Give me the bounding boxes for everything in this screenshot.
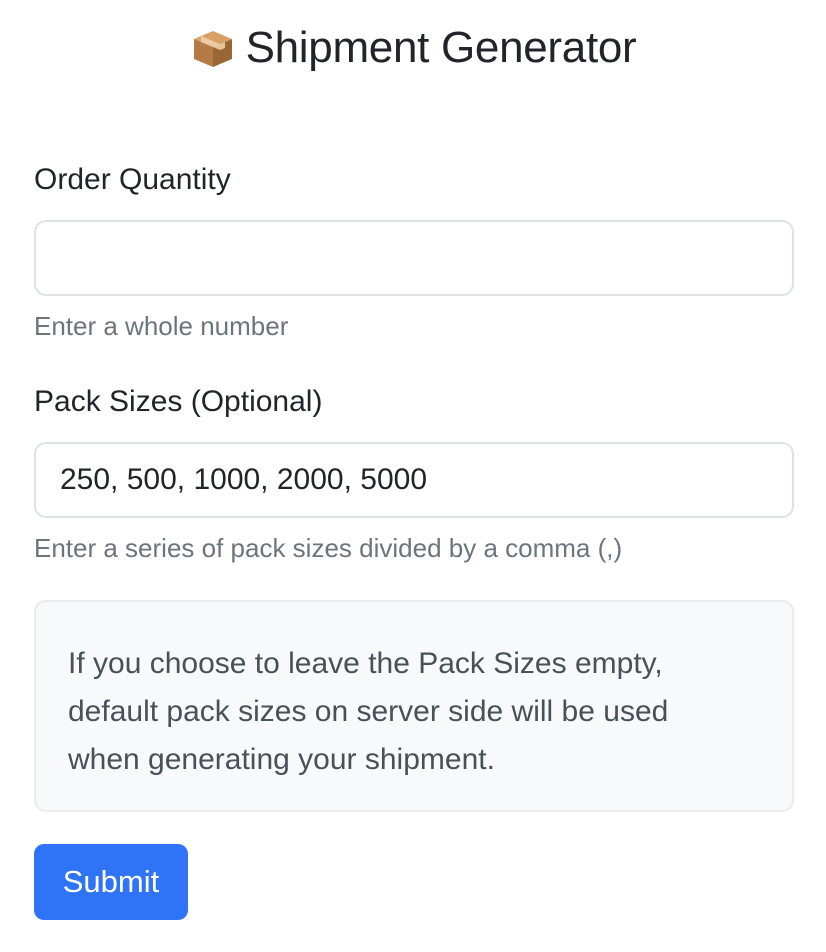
- info-text: If you choose to leave the Pack Sizes em…: [68, 647, 669, 776]
- page-header: Shipment Generator: [0, 18, 826, 78]
- order-quantity-help: Enter a whole number: [34, 311, 289, 341]
- order-quantity-label: Order Quantity: [34, 163, 231, 196]
- pack-sizes-label: Pack Sizes (Optional): [34, 385, 323, 418]
- pack-sizes-help: Enter a series of pack sizes divided by …: [34, 533, 623, 563]
- info-box: If you choose to leave the Pack Sizes em…: [34, 600, 794, 812]
- package-box-icon: [193, 31, 232, 67]
- page-title: Shipment Generator: [245, 23, 637, 72]
- order-quantity-input[interactable]: [34, 220, 794, 296]
- submit-button[interactable]: Submit: [34, 844, 188, 920]
- pack-sizes-input[interactable]: [34, 442, 794, 518]
- title-group: Shipment Generator: [190, 18, 637, 78]
